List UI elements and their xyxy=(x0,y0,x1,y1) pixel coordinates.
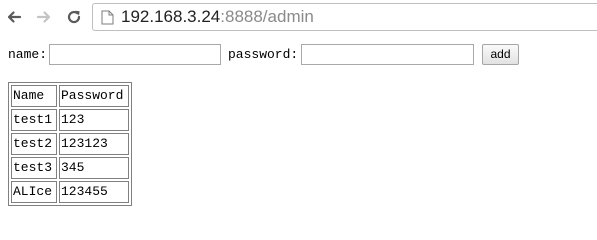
browser-toolbar: 192.168.3.24:8888/admin xyxy=(0,0,597,34)
name-input[interactable] xyxy=(49,44,221,65)
cell-name: ALIce xyxy=(11,181,57,203)
cell-name: test1 xyxy=(11,109,57,131)
table-row: test2 123123 xyxy=(11,133,129,155)
url-path: :8888/admin xyxy=(220,7,314,26)
back-button[interactable] xyxy=(4,6,24,28)
address-bar[interactable]: 192.168.3.24:8888/admin xyxy=(92,3,597,31)
page-content: name: password: add Name Password test1 … xyxy=(0,34,597,220)
url-text: 192.168.3.24:8888/admin xyxy=(121,7,314,27)
url-host: 192.168.3.24 xyxy=(121,7,221,26)
password-input[interactable] xyxy=(301,44,474,65)
add-button[interactable]: add xyxy=(482,44,519,65)
cell-password: 345 xyxy=(59,157,129,179)
column-header-name: Name xyxy=(11,85,57,107)
cell-name: test2 xyxy=(11,133,57,155)
password-label: password: xyxy=(228,47,299,62)
cell-password: 123 xyxy=(59,109,129,131)
cell-password: 123123 xyxy=(59,133,129,155)
cell-password: 123455 xyxy=(59,181,129,203)
arrow-right-icon xyxy=(36,11,51,23)
reload-icon xyxy=(67,10,81,24)
forward-button[interactable] xyxy=(34,6,54,28)
name-label: name: xyxy=(8,47,48,62)
column-header-password: Password xyxy=(59,85,129,107)
table-row: test3 345 xyxy=(11,157,129,179)
page-icon xyxy=(101,10,114,25)
table-header-row: Name Password xyxy=(11,85,129,107)
users-table: Name Password test1 123 test2 123123 tes… xyxy=(8,82,132,206)
arrow-left-icon xyxy=(7,11,22,23)
table-row: ALIce 123455 xyxy=(11,181,129,203)
reload-button[interactable] xyxy=(64,6,84,28)
cell-name: test3 xyxy=(11,157,57,179)
table-row: test1 123 xyxy=(11,109,129,131)
